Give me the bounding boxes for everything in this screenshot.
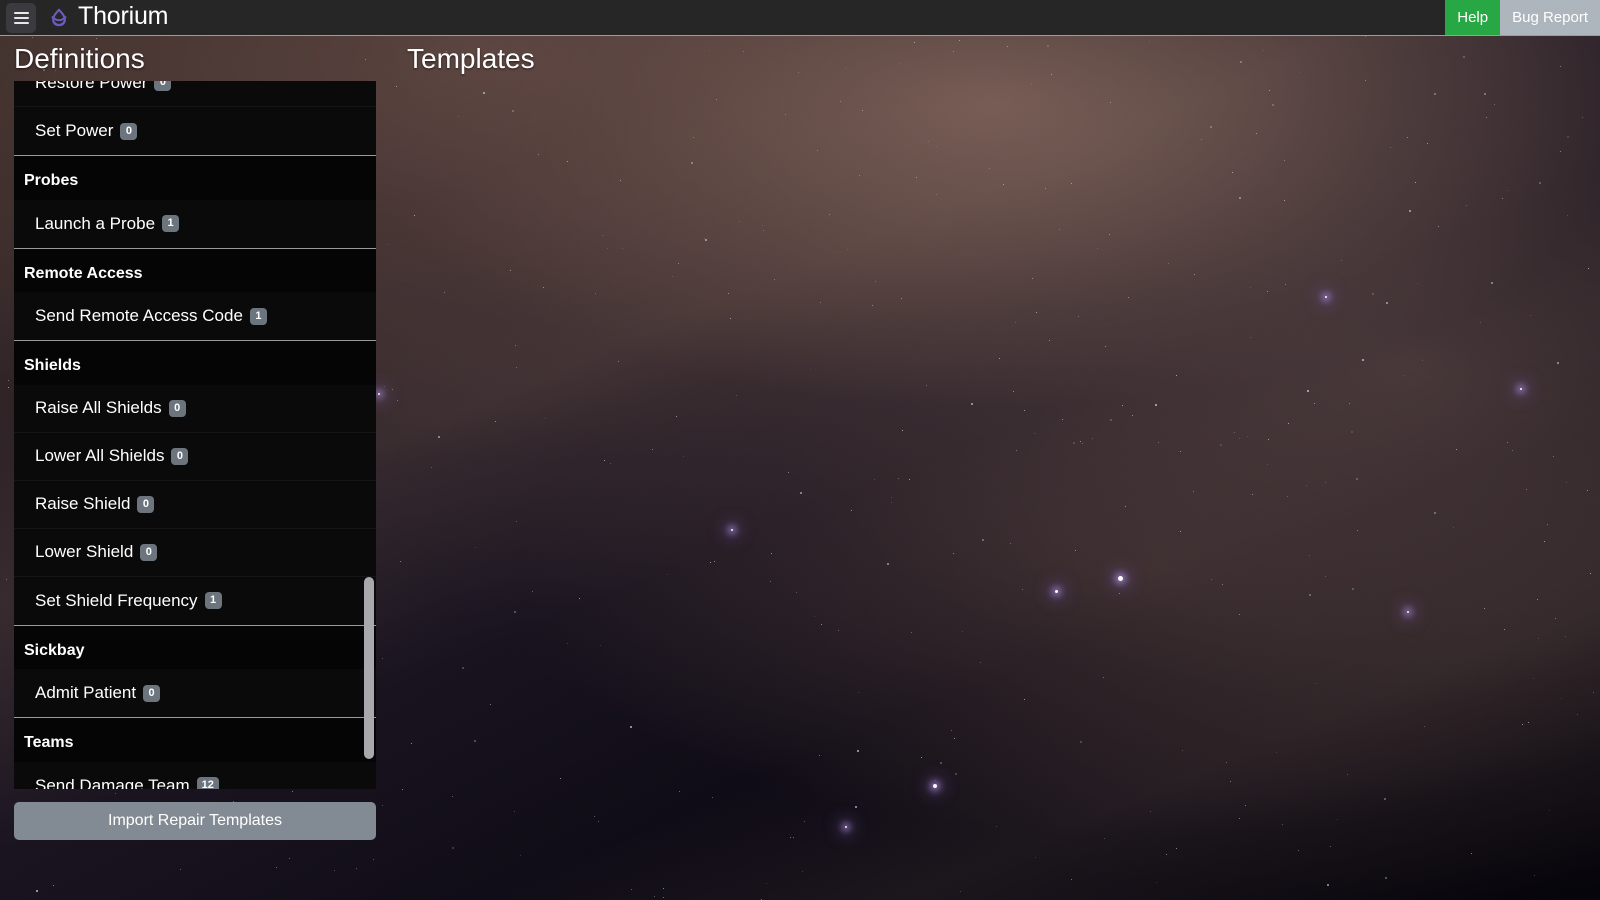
definition-item-label: Launch a Probe — [35, 213, 156, 233]
definition-item-count-badge: 0 — [140, 543, 158, 561]
definition-list-item[interactable]: Restore Power 0 — [14, 81, 376, 107]
definitions-list: Restore Power 0 Set Power 0 Probes Launch a P… — [14, 81, 376, 789]
definition-group-header: Remote Access — [14, 248, 376, 293]
hamburger-icon[interactable] — [6, 2, 36, 33]
navbar-left-group: Thorium — [0, 0, 168, 35]
definition-item-count-badge: 0 — [143, 684, 161, 702]
top-navbar: Thorium Help Bug Report — [0, 0, 1600, 36]
definition-list-item[interactable]: Raise Shield 0 — [14, 480, 376, 529]
bug-report-button[interactable]: Bug Report — [1500, 0, 1600, 35]
definition-item-count-badge: 0 — [168, 399, 186, 417]
definition-group: Shields Raise All Shields 0 Lower All Shiel… — [14, 340, 376, 625]
definition-list-item[interactable]: Launch a Probe 1 — [14, 199, 376, 248]
definition-list-item[interactable]: Set Shield Frequency 1 — [14, 576, 376, 625]
definition-item-label: Raise All Shields — [35, 398, 162, 418]
templates-title: Templates — [407, 43, 535, 74]
definition-item-count-badge: 1 — [249, 307, 267, 325]
definition-group: Restore Power 0 Set Power 0 — [14, 81, 376, 155]
definition-item-count-badge: 0 — [154, 81, 172, 91]
app-root: Thorium Help Bug Report Definitions Rest… — [0, 0, 1600, 900]
definition-item-label: Set Power — [35, 121, 114, 140]
definition-list-item[interactable]: Admit Patient 0 — [14, 669, 376, 718]
definition-item-count-badge: 1 — [204, 592, 222, 610]
definition-list-item[interactable]: Send Remote Access Code 1 — [14, 292, 376, 341]
definitions-list-container: Restore Power 0 Set Power 0 Probes Launch a P… — [14, 81, 376, 789]
definition-item-count-badge: 0 — [120, 122, 138, 140]
definition-list-item[interactable]: Send Damage Team 12 — [14, 761, 376, 789]
import-repair-templates-button[interactable]: Import Repair Templates — [14, 802, 376, 840]
definitions-sidebar: Definitions Restore Power 0 Set Power 0 Prob… — [0, 36, 390, 900]
sidebar-scrollbar-track[interactable] — [362, 81, 376, 789]
definition-group-header: Teams — [14, 718, 376, 762]
definition-item-label: Restore Power — [35, 81, 148, 92]
definition-group: Teams Send Damage Team 12 — [14, 717, 376, 789]
definition-item-count-badge: 12 — [196, 777, 219, 789]
page-title: Definitions — [14, 43, 145, 74]
definition-item-label: Send Remote Access Code — [35, 306, 243, 326]
definition-list-item[interactable]: Set Power 0 — [14, 107, 376, 155]
definition-list-item[interactable]: Lower All Shields 0 — [14, 432, 376, 481]
definition-item-count-badge: 1 — [162, 215, 180, 233]
definition-list-item[interactable]: Raise All Shields 0 — [14, 384, 376, 433]
brand[interactable]: Thorium — [42, 4, 168, 31]
definition-item-count-badge: 0 — [171, 447, 189, 465]
definition-item-label: Lower Shield — [35, 542, 134, 562]
sidebar-scrollbar-thumb[interactable] — [364, 577, 374, 759]
definition-item-label: Lower All Shields — [35, 446, 165, 466]
definition-item-label: Raise Shield — [35, 494, 131, 514]
definition-group: Remote Access Send Remote Access Code 1 — [14, 247, 376, 341]
brand-name: Thorium — [78, 2, 169, 30]
definition-list-item[interactable]: Lower Shield 0 — [14, 528, 376, 577]
navbar-right-group: Help Bug Report — [1445, 0, 1600, 35]
definition-group-header: Shields — [14, 341, 376, 385]
definition-group-header: Sickbay — [14, 625, 376, 670]
definition-group-header: Probes — [14, 156, 376, 200]
definition-item-label: Set Shield Frequency — [35, 590, 198, 610]
definition-group: Probes Launch a Probe 1 — [14, 155, 376, 248]
templates-panel: Templates — [390, 36, 1600, 900]
definition-item-label: Send Damage Team — [35, 775, 190, 789]
definition-item-label: Admit Patient — [35, 683, 137, 703]
definition-item-count-badge: 0 — [137, 495, 155, 513]
definition-group: Sickbay Admit Patient 0 — [14, 624, 376, 718]
help-button[interactable]: Help — [1445, 0, 1501, 35]
thorium-trefoil-logo — [51, 8, 67, 26]
